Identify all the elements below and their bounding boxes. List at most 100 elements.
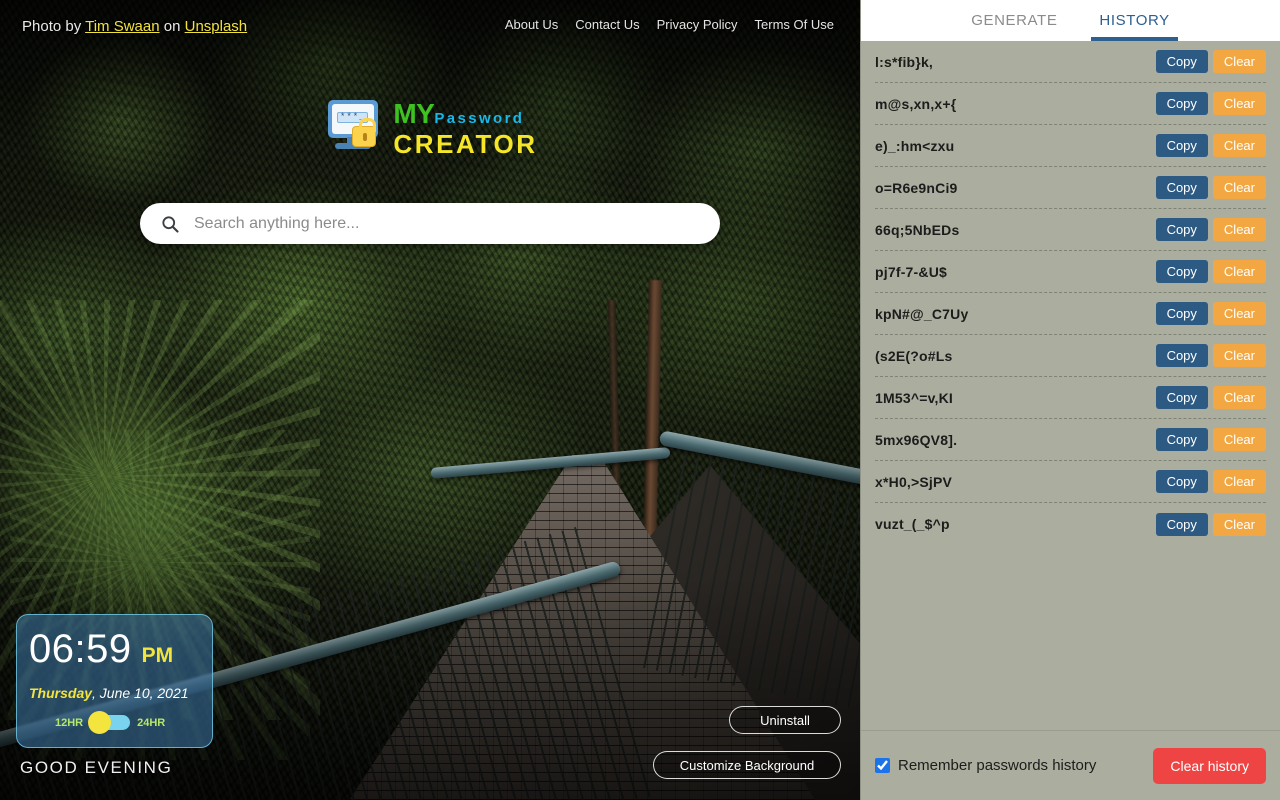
tab-history[interactable]: HISTORY (1091, 0, 1179, 41)
password-value: e)_:hm<zxu (875, 137, 955, 154)
row-actions: Copy Clear (1155, 512, 1266, 536)
password-history-row: x*H0,>SjPV Copy Clear (875, 461, 1266, 503)
password-value: m@s,xn,x+{ (875, 95, 957, 112)
password-value: kpN#@_C7Uy (875, 305, 969, 322)
row-actions: Copy Clear (1155, 218, 1266, 241)
row-actions: Copy Clear (1155, 176, 1266, 199)
copy-password-button[interactable]: Copy (1155, 302, 1208, 325)
toggle-label-12hr: 12HR (55, 716, 84, 729)
remember-history-label[interactable]: Remember passwords history (898, 757, 1096, 774)
clear-password-button[interactable]: Clear (1212, 470, 1266, 493)
password-value: 1M53^=v,KI (875, 389, 954, 406)
nav-link-terms-of-use[interactable]: Terms Of Use (755, 17, 834, 32)
uninstall-button[interactable]: Uninstall (729, 706, 841, 734)
photo-credit-prefix: Photo by (22, 18, 86, 35)
photo-credit: Photo by Tim Swaan on Unsplash (22, 18, 247, 35)
toggle-knob (88, 711, 112, 734)
clear-password-button[interactable]: Clear (1212, 218, 1266, 241)
top-navigation: About Us Contact Us Privacy Policy Terms… (505, 17, 834, 32)
clear-password-button[interactable]: Clear (1212, 386, 1266, 409)
row-actions: Copy Clear (1155, 260, 1266, 283)
copy-password-button[interactable]: Copy (1155, 92, 1208, 115)
clear-password-button[interactable]: Clear (1212, 92, 1266, 115)
browser-new-tab-with-extension-popup: Photo by Tim Swaan on Unsplash About Us … (0, 0, 1280, 800)
row-actions: Copy Clear (1155, 92, 1266, 115)
logo-text-password: Password (434, 109, 525, 127)
clock-date: Thursday, June 10, 2021 (29, 685, 189, 701)
photo-author-link[interactable]: Tim Swaan (85, 18, 159, 35)
popup-tabs: GENERATE HISTORY (861, 0, 1280, 41)
copy-password-button[interactable]: Copy (1155, 260, 1208, 283)
popup-footer: Remember passwords history Clear history (861, 730, 1280, 800)
clear-password-button[interactable]: Clear (1212, 50, 1266, 73)
new-tab-page: Photo by Tim Swaan on Unsplash About Us … (0, 0, 860, 800)
password-history-row: l:s*fib}k, Copy Clear (875, 41, 1266, 83)
clear-password-button[interactable]: Clear (1212, 176, 1266, 199)
password-value: o=R6e9nCi9 (875, 179, 958, 196)
toggle-label-24hr: 24HR (137, 716, 166, 729)
remember-history-checkbox[interactable] (875, 758, 890, 773)
copy-password-button[interactable]: Copy (1155, 470, 1208, 493)
row-actions: Copy Clear (1155, 302, 1266, 325)
clock-weekday: Thursday (29, 685, 93, 701)
nav-link-contact-us[interactable]: Contact Us (575, 17, 639, 32)
row-actions: Copy Clear (1155, 470, 1266, 493)
password-history-row: e)_:hm<zxu Copy Clear (875, 125, 1266, 167)
hour-format-toggle[interactable]: 12HR 24HR (55, 711, 166, 734)
copy-password-button[interactable]: Copy (1155, 512, 1208, 536)
logo-text-creator: CREATOR (393, 128, 538, 159)
clock-time: 06:59 (29, 627, 132, 671)
tab-generate[interactable]: GENERATE (963, 0, 1065, 41)
copy-password-button[interactable]: Copy (1155, 176, 1208, 199)
row-actions: Copy Clear (1155, 386, 1266, 409)
clear-history-button[interactable]: Clear history (1153, 747, 1266, 784)
password-history-row: pj7f-7-&U$ Copy Clear (875, 251, 1266, 293)
customize-background-button[interactable]: Customize Background (653, 751, 841, 779)
search-input[interactable] (194, 214, 700, 233)
clock-time-row: 06:59 PM (29, 627, 173, 672)
password-history-row: 5mx96QV8]. Copy Clear (875, 419, 1266, 461)
clear-password-button[interactable]: Clear (1212, 302, 1266, 325)
password-history-row: kpN#@_C7Uy Copy Clear (875, 293, 1266, 335)
password-value: pj7f-7-&U$ (875, 263, 948, 280)
logo-line-1: MY Password (393, 99, 537, 128)
row-actions: Copy Clear (1155, 428, 1266, 451)
photo-credit-middle: on (159, 18, 185, 35)
row-actions: Copy Clear (1155, 344, 1266, 367)
copy-password-button[interactable]: Copy (1155, 344, 1208, 367)
monitor-padlock-icon: ***_ (322, 98, 384, 158)
greeting-text: GOOD EVENING (20, 758, 173, 777)
copy-password-button[interactable]: Copy (1155, 50, 1208, 73)
password-history-row: m@s,xn,x+{ Copy Clear (875, 83, 1266, 125)
password-value: 66q;5NbEDs (875, 221, 960, 238)
brand-logo: ***_ MY Password CREATOR (0, 98, 860, 158)
copy-password-button[interactable]: Copy (1155, 428, 1208, 451)
toggle-switch[interactable] (88, 711, 131, 734)
nav-link-privacy-policy[interactable]: Privacy Policy (657, 17, 738, 32)
password-history-row: 1M53^=v,KI Copy Clear (875, 377, 1266, 419)
clear-password-button[interactable]: Clear (1212, 134, 1266, 157)
clear-password-button[interactable]: Clear (1212, 344, 1266, 367)
clear-password-button[interactable]: Clear (1212, 428, 1266, 451)
nav-link-about-us[interactable]: About Us (505, 17, 558, 32)
copy-password-button[interactable]: Copy (1155, 134, 1208, 157)
password-value: 5mx96QV8]. (875, 431, 958, 448)
copy-password-button[interactable]: Copy (1155, 386, 1208, 409)
password-value: l:s*fib}k, (875, 53, 934, 70)
password-history-list[interactable]: l:s*fib}k, Copy Clear m@s,xn,x+{Copy Clear e)… (861, 41, 1280, 730)
clock-meridiem: PM (141, 644, 174, 667)
search-box[interactable] (140, 203, 720, 244)
clear-password-button[interactable]: Clear (1212, 512, 1266, 536)
photo-source-link[interactable]: Unsplash (185, 18, 248, 35)
password-history-row: 66q;5NbEDs Copy Clear (875, 209, 1266, 251)
clear-password-button[interactable]: Clear (1212, 260, 1266, 283)
password-history-row: o=R6e9nCi9 Copy Clear (875, 167, 1266, 209)
copy-password-button[interactable]: Copy (1155, 218, 1208, 241)
row-actions: Copy Clear (1155, 134, 1266, 157)
search-icon (162, 215, 179, 233)
row-actions: Copy Clear (1155, 50, 1266, 73)
remember-history-toggle[interactable]: Remember passwords history (875, 757, 1096, 774)
password-history-row: (s2E(?o#Ls Copy Clear (875, 335, 1266, 377)
logo-wordmark: MY Password CREATOR (393, 99, 538, 159)
password-value: (s2E(?o#Ls (875, 347, 953, 364)
